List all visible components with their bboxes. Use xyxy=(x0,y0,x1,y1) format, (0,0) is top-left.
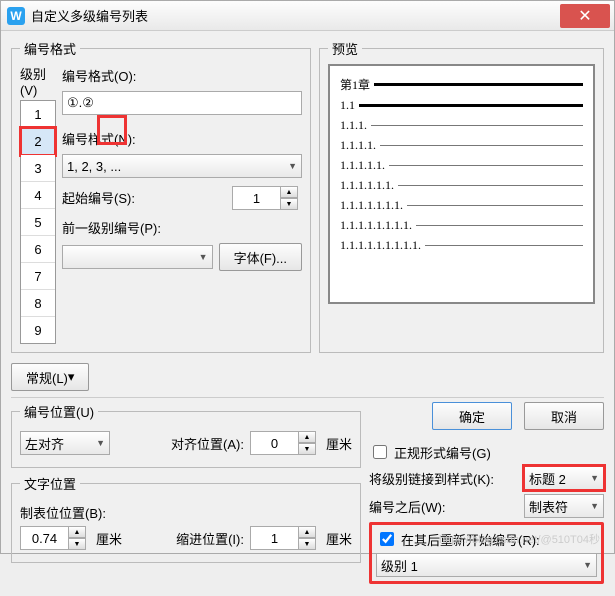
unit-label: 厘米 xyxy=(96,529,122,548)
start-number-spinner[interactable]: ▲▼ xyxy=(232,186,302,210)
level-item-2[interactable]: 2 xyxy=(21,128,55,155)
level-item-5[interactable]: 5 xyxy=(21,209,55,236)
legal-label: 正规形式编号(G) xyxy=(394,443,491,462)
after-label: 编号之后(W): xyxy=(369,497,518,516)
preview-line: 1.1.1.1.1. xyxy=(340,158,583,173)
after-dropdown[interactable]: 制表符 xyxy=(524,494,604,518)
window-title: 自定义多级编号列表 xyxy=(31,6,560,25)
level-item-3[interactable]: 3 xyxy=(21,155,55,182)
level-label: 级别(V) xyxy=(20,64,56,98)
spin-up[interactable]: ▲ xyxy=(280,186,298,198)
spin-down[interactable]: ▼ xyxy=(280,198,298,210)
format-legend: 编号格式 xyxy=(20,39,80,58)
style-label: 编号样式(N): xyxy=(62,129,302,148)
level-item-7[interactable]: 7 xyxy=(21,263,55,290)
level-item-8[interactable]: 8 xyxy=(21,290,55,317)
legal-checkbox[interactable] xyxy=(373,445,387,459)
align-dropdown[interactable]: 左对齐 xyxy=(20,431,110,455)
align-at-label: 对齐位置(A): xyxy=(116,434,244,453)
level-item-1[interactable]: 1 xyxy=(21,101,55,128)
indent-spinner[interactable]: ▲▼ xyxy=(250,526,320,550)
link-style-dropdown[interactable]: 标题 2 xyxy=(524,466,604,490)
preview-group: 预览 第1章1.11.1.1.1.1.1.1.1.1.1.1.1.1.1.1.1… xyxy=(319,39,604,353)
preview-line: 1.1.1.1. xyxy=(340,138,583,153)
preview-line: 1.1.1.1.1.1.1. xyxy=(340,198,583,213)
general-button[interactable]: 常规(L) ▾ xyxy=(11,363,89,391)
app-logo: W xyxy=(7,7,25,25)
number-style-dropdown[interactable]: 1, 2, 3, ... xyxy=(62,154,302,178)
restart-checkbox[interactable] xyxy=(380,532,394,546)
preview-line: 1.1 xyxy=(340,98,583,113)
legal-checkbox-row[interactable]: 正规形式编号(G) xyxy=(369,442,491,462)
level-item-6[interactable]: 6 xyxy=(21,236,55,263)
level-list[interactable]: 123456789 xyxy=(20,100,56,344)
unit-label: 厘米 xyxy=(326,434,352,453)
cancel-button[interactable]: 取消 xyxy=(524,402,604,430)
start-label: 起始编号(S): xyxy=(62,188,226,207)
preview-line: 1.1.1. xyxy=(340,118,583,133)
start-number-input[interactable] xyxy=(232,186,280,210)
tab-label: 制表位位置(B): xyxy=(20,503,352,522)
preview-line: 1.1.1.1.1.1.1.1.1. xyxy=(340,238,583,253)
level-item-4[interactable]: 4 xyxy=(21,182,55,209)
number-position-group: 编号位置(U) 左对齐 对齐位置(A): ▲▼ 厘米 xyxy=(11,402,361,468)
level-item-9[interactable]: 9 xyxy=(21,317,55,343)
preview-line: 1.1.1.1.1.1. xyxy=(340,178,583,193)
ok-button[interactable]: 确定 xyxy=(432,402,512,430)
unit-label: 厘米 xyxy=(326,529,352,548)
restart-level-dropdown[interactable]: 级别 1 xyxy=(376,553,597,577)
prev-label: 前一级别编号(P): xyxy=(62,218,302,237)
align-at-spinner[interactable]: ▲▼ xyxy=(250,431,320,455)
text-position-group: 文字位置 制表位位置(B): ▲▼ 厘米 缩进位置(I): ▲▼ 厘米 xyxy=(11,474,361,563)
nf-label: 编号格式(O): xyxy=(62,66,302,85)
preview-box: 第1章1.11.1.1.1.1.1.1.1.1.1.1.1.1.1.1.1.1.… xyxy=(328,64,595,304)
tab-pos-spinner[interactable]: ▲▼ xyxy=(20,526,90,550)
link-label: 将级别链接到样式(K): xyxy=(369,469,518,488)
preview-line: 1.1.1.1.1.1.1.1. xyxy=(340,218,583,233)
preview-line: 第1章 xyxy=(340,76,583,93)
prev-level-dropdown[interactable] xyxy=(62,245,213,269)
preview-legend: 预览 xyxy=(328,39,362,58)
close-button[interactable]: ✕ xyxy=(560,4,610,28)
indent-label: 缩进位置(I): xyxy=(128,529,244,548)
number-format-group: 编号格式 级别(V) 123456789 编号格式(O): 编号样式(N): 1… xyxy=(11,39,311,353)
restart-checkbox-row[interactable]: 在其后重新开始编号(R): xyxy=(376,529,540,549)
num-pos-legend: 编号位置(U) xyxy=(20,402,98,421)
font-button[interactable]: 字体(F)... xyxy=(219,243,302,271)
number-format-input[interactable] xyxy=(62,91,302,115)
text-pos-legend: 文字位置 xyxy=(20,474,80,493)
restart-label: 在其后重新开始编号(R): xyxy=(401,530,540,549)
